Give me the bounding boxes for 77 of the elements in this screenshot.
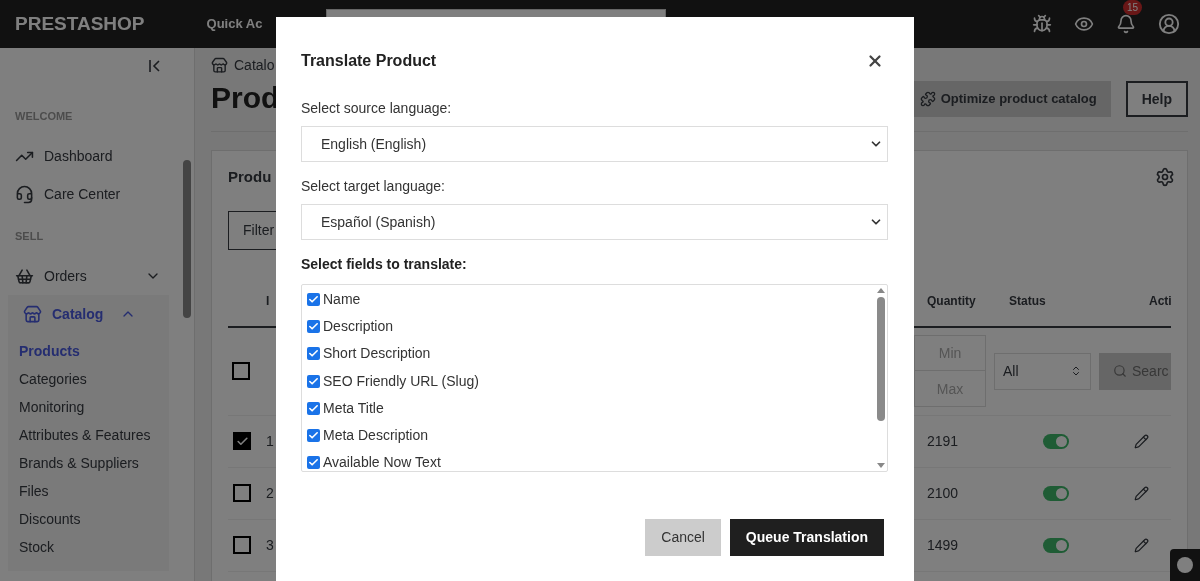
- search-icon: [1113, 364, 1127, 378]
- field-checkbox[interactable]: [307, 401, 320, 415]
- table-cell-text: 1: [266, 431, 274, 451]
- source-language-select[interactable]: English (English): [301, 126, 888, 162]
- queue-translation-button[interactable]: Queue Translation: [729, 519, 884, 556]
- check-icon: [235, 434, 249, 448]
- sidebar-subitem[interactable]: Stock: [8, 533, 169, 561]
- basket-icon: [15, 266, 34, 286]
- status-select[interactable]: All: [994, 352, 1091, 390]
- field-checkbox[interactable]: [307, 374, 320, 388]
- sidebar-subitem[interactable]: Discounts: [8, 505, 169, 533]
- field-option-label: SEO Friendly URL (Slug): [323, 371, 479, 391]
- edit-icon[interactable]: [1134, 537, 1149, 553]
- column-header: Quantity: [927, 292, 977, 310]
- field-label: Select target language:: [301, 177, 446, 195]
- field-label: Select fields to translate:: [301, 255, 468, 273]
- field-checkbox[interactable]: [307, 429, 320, 443]
- table-cell-text: 3: [266, 535, 274, 555]
- checkbox[interactable]: [233, 484, 251, 502]
- notifications-bell-icon[interactable]: [1116, 14, 1136, 34]
- sort-arrows-icon: [1070, 365, 1082, 377]
- field-option-label: Meta Description: [323, 426, 429, 446]
- column-header: Status: [1009, 292, 1047, 310]
- field-checkbox[interactable]: [307, 347, 320, 361]
- store-icon: [211, 57, 228, 74]
- edit-icon[interactable]: [1134, 433, 1149, 449]
- table-cell-text: 2191: [927, 431, 960, 451]
- column-header: Acti: [1149, 292, 1171, 310]
- field-checkbox[interactable]: [307, 456, 320, 470]
- cancel-button[interactable]: Cancel: [645, 519, 721, 556]
- status-toggle[interactable]: [1043, 433, 1069, 449]
- table-cell-text: 1499: [927, 535, 960, 555]
- checkbox[interactable]: [233, 536, 251, 554]
- sidebar-subitem[interactable]: Brands & Suppliers: [8, 449, 169, 477]
- dialog-title: Translate Product: [301, 51, 437, 71]
- field-option-label: Name: [323, 290, 361, 310]
- field-option-label: Short Description: [323, 344, 431, 364]
- target-language-select[interactable]: Español (Spanish): [301, 204, 888, 240]
- table-cell-text: 2: [266, 483, 274, 503]
- headset-icon: [15, 185, 34, 204]
- collapse-icon[interactable]: [148, 59, 162, 73]
- settings-icon[interactable]: [1155, 167, 1175, 188]
- check-icon: [308, 375, 319, 387]
- sidebar-subitem[interactable]: Monitoring: [8, 393, 169, 421]
- close-icon[interactable]: [866, 52, 884, 70]
- edit-icon[interactable]: [1134, 485, 1149, 501]
- symfony-toolbar-icon[interactable]: [1170, 549, 1200, 581]
- card-title: Produ: [228, 167, 272, 187]
- page-title: Prod: [211, 80, 280, 116]
- column-header: I: [266, 292, 270, 310]
- sidebar-subitem[interactable]: Attributes & Features: [8, 421, 169, 449]
- checkbox[interactable]: [233, 432, 251, 450]
- checkbox[interactable]: [232, 362, 250, 380]
- user-icon[interactable]: [1158, 13, 1180, 35]
- eye-icon[interactable]: [1074, 14, 1094, 34]
- sidebar-subitem[interactable]: Categories: [8, 365, 169, 393]
- check-icon: [308, 402, 319, 414]
- table-cell-text: 2100: [927, 483, 960, 503]
- field-option-label: Available Now Text: [323, 453, 441, 473]
- breadcrumb[interactable]: Catalo: [234, 55, 275, 76]
- field-checkbox[interactable]: [307, 293, 320, 307]
- notification-badge: 15: [1122, 0, 1142, 15]
- help-button[interactable]: Help: [1125, 81, 1188, 117]
- sidebar-subitem[interactable]: Files: [8, 477, 169, 505]
- sidebar-subitem[interactable]: Products: [8, 337, 169, 365]
- status-toggle[interactable]: [1043, 485, 1069, 501]
- logo[interactable]: PRESTASHOP: [15, 9, 145, 39]
- field-checkbox[interactable]: [307, 320, 320, 334]
- puzzle-icon: [919, 91, 936, 107]
- field-option-label: Description: [323, 317, 394, 337]
- sidebar-item[interactable]: Catalog: [8, 295, 169, 333]
- store-icon: [23, 304, 42, 324]
- field-option-label: Meta Title: [323, 398, 384, 418]
- field-label: Select source language:: [301, 99, 453, 117]
- bug-icon[interactable]: [1032, 14, 1052, 34]
- status-toggle[interactable]: [1043, 537, 1069, 553]
- quick-access-menu[interactable]: Quick Ac: [206, 14, 263, 34]
